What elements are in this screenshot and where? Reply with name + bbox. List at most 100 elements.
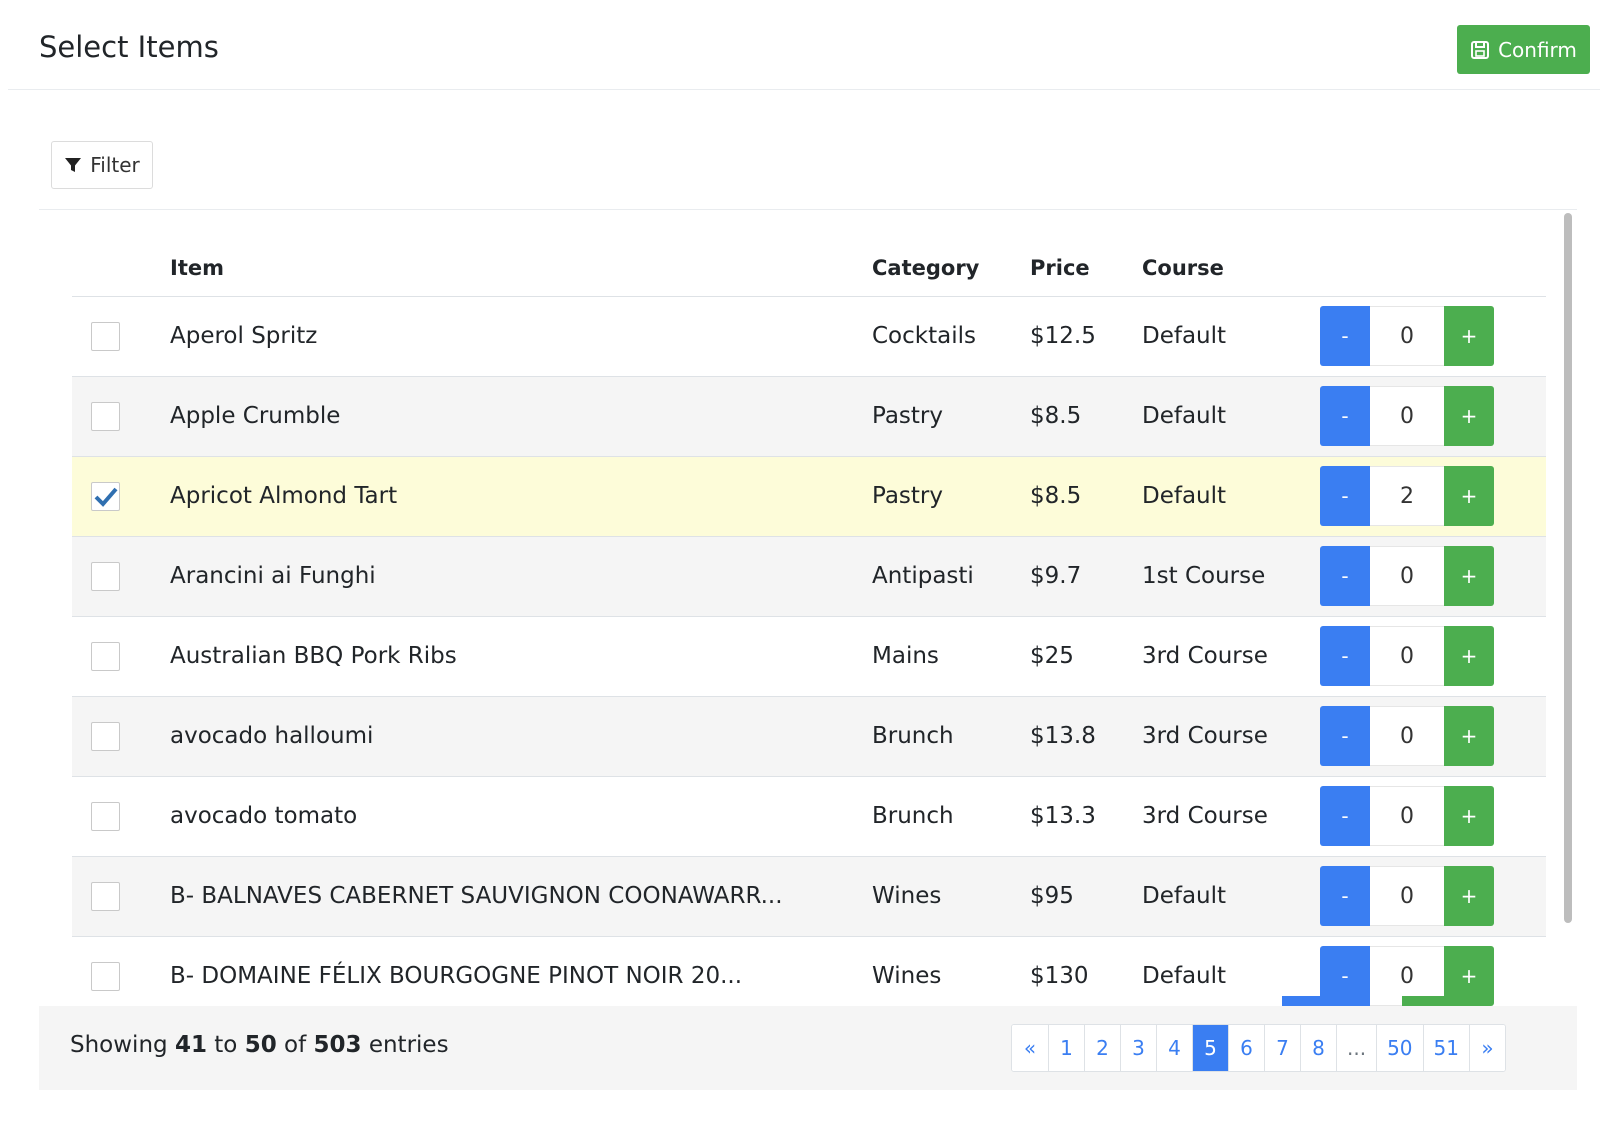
header-category[interactable]: Category (872, 240, 1030, 297)
header-price[interactable]: Price (1030, 240, 1142, 297)
pagination-page-7[interactable]: 7 (1264, 1025, 1300, 1071)
row-checkbox[interactable] (91, 801, 120, 831)
row-select-cell (72, 536, 170, 617)
item-category: Pastry (872, 456, 1030, 537)
row-checkbox[interactable] (91, 881, 120, 911)
item-name: avocado tomato (170, 776, 872, 857)
table-row[interactable]: Australian BBQ Pork Ribs Mains $25 3rd Cour… (72, 616, 1546, 697)
pagination-next[interactable]: » (1468, 1025, 1505, 1071)
decrement-button[interactable]: - (1320, 706, 1370, 766)
decrement-button[interactable]: - (1320, 466, 1370, 526)
quantity-input[interactable] (1370, 386, 1444, 446)
row-checkbox[interactable] (91, 721, 120, 751)
row-checkbox[interactable] (91, 401, 120, 431)
pagination-ellipsis: ... (1336, 1025, 1377, 1071)
increment-button[interactable]: + (1444, 786, 1494, 846)
quantity-cell: -+ (1320, 456, 1546, 537)
quantity-stepper: -+ (1320, 626, 1546, 686)
quantity-input[interactable] (1370, 546, 1444, 606)
item-price: $13.8 (1030, 696, 1142, 777)
quantity-stepper: -+ (1320, 306, 1546, 366)
filter-button[interactable]: Filter (51, 141, 153, 189)
confirm-button[interactable]: Confirm (1457, 25, 1590, 74)
quantity-cell: -+ (1320, 616, 1546, 697)
quantity-stepper: -+ (1320, 546, 1546, 606)
quantity-cell: -+ (1320, 536, 1546, 617)
increment-button[interactable]: + (1444, 626, 1494, 686)
decrement-button[interactable]: - (1320, 546, 1370, 606)
filter-icon (65, 158, 82, 172)
row-checkbox[interactable] (91, 641, 120, 671)
item-price: $12.5 (1030, 296, 1142, 377)
pagination-page-50[interactable]: 50 (1376, 1025, 1423, 1071)
quantity-input[interactable] (1370, 626, 1444, 686)
table-footer: Showing 41 to 50 of 503 entries «1 2 3 4 5 6 7… (39, 1006, 1577, 1090)
quantity-input[interactable] (1370, 306, 1444, 366)
item-name: avocado halloumi (170, 696, 872, 777)
quantity-input[interactable] (1370, 786, 1444, 846)
row-checkbox[interactable] (91, 321, 120, 351)
table-header-row: Item Category Price Course (72, 240, 1546, 297)
increment-button[interactable]: + (1444, 866, 1494, 926)
table-row[interactable]: Arancini ai Funghi Antipasti $9.7 1st Cours… (72, 536, 1546, 617)
table-row[interactable]: Apricot Almond TartPastry$8.5Default-+ (72, 456, 1546, 537)
row-checkbox[interactable] (91, 961, 120, 991)
entries-info: Showing 41 to 50 of 503 entries (70, 1032, 449, 1058)
pagination-page-5[interactable]: 5 (1192, 1025, 1228, 1071)
pagination-page-51[interactable]: 51 (1422, 1025, 1469, 1071)
decrement-button[interactable]: - (1320, 786, 1370, 846)
item-category: Brunch (872, 776, 1030, 857)
table-row[interactable]: avocado halloumiBrunch$13.83rd Course-+ (72, 696, 1546, 777)
items-table: Item Category Price Course Aperol Spritz… (72, 240, 1546, 1017)
decrement-button[interactable]: - (1320, 386, 1370, 446)
quantity-cell: -+ (1320, 696, 1546, 777)
row-select-cell (72, 616, 170, 697)
header-course[interactable]: Course (1142, 240, 1320, 297)
quantity-input[interactable] (1370, 466, 1444, 526)
save-icon (1471, 40, 1490, 59)
partial-plus-button (1402, 996, 1454, 1006)
increment-button[interactable]: + (1444, 306, 1494, 366)
row-select-cell (72, 696, 170, 777)
row-checkbox[interactable] (91, 481, 120, 511)
increment-button[interactable]: + (1444, 386, 1494, 446)
pagination-page-2[interactable]: 2 (1084, 1025, 1120, 1071)
increment-button[interactable]: + (1444, 546, 1494, 606)
item-price: $13.3 (1030, 776, 1142, 857)
table-row[interactable]: Apple CrumblePastry$8.5Default-+ (72, 376, 1546, 457)
scrollbar-thumb[interactable] (1564, 213, 1572, 923)
header-quantity (1320, 240, 1546, 297)
partial-minus-button (1282, 996, 1330, 1006)
decrement-button[interactable]: - (1320, 626, 1370, 686)
header-item[interactable]: Item (170, 240, 872, 297)
pagination-page-3[interactable]: 3 (1120, 1025, 1156, 1071)
row-checkbox[interactable] (91, 561, 120, 591)
showing-to-word: to (214, 1032, 238, 1058)
increment-button[interactable]: + (1444, 466, 1494, 526)
decrement-button[interactable]: - (1320, 866, 1370, 926)
table-row[interactable]: B- BALNAVES CABERNET SAUVIGNON COONAWARR… (72, 856, 1546, 937)
quantity-stepper: -+ (1320, 466, 1546, 526)
quantity-input[interactable] (1370, 706, 1444, 766)
table-row[interactable]: avocado tomatoBrunch$13.33rd Course-+ (72, 776, 1546, 857)
quantity-cell: -+ (1320, 376, 1546, 457)
item-price: $130 (1030, 936, 1142, 1017)
quantity-input[interactable] (1370, 866, 1444, 926)
pagination-prev[interactable]: « (1012, 1025, 1048, 1071)
table-row[interactable]: Aperol SpritzCocktails$12.5Default-+ (72, 296, 1546, 377)
pagination-page-6[interactable]: 6 (1228, 1025, 1264, 1071)
pagination-page-4[interactable]: 4 (1156, 1025, 1192, 1071)
pagination-page-8[interactable]: 8 (1300, 1025, 1336, 1071)
increment-button[interactable]: + (1444, 706, 1494, 766)
row-select-cell (72, 936, 170, 1017)
decrement-button[interactable]: - (1320, 306, 1370, 366)
quantity-stepper: -+ (1320, 386, 1546, 446)
quantity-stepper: -+ (1320, 706, 1546, 766)
showing-from: 41 (174, 1032, 207, 1058)
row-select-cell (72, 856, 170, 937)
pagination-page-1[interactable]: 1 (1048, 1025, 1084, 1071)
item-name: B- DOMAINE FÉLIX BOURGOGNE PINOT NOIR 20… (170, 936, 872, 1017)
items-table-container[interactable]: Item Category Price Course Aperol Spritz… (39, 210, 1577, 1030)
item-category: Mains (872, 616, 1030, 697)
confirm-label: Confirm (1498, 37, 1577, 62)
